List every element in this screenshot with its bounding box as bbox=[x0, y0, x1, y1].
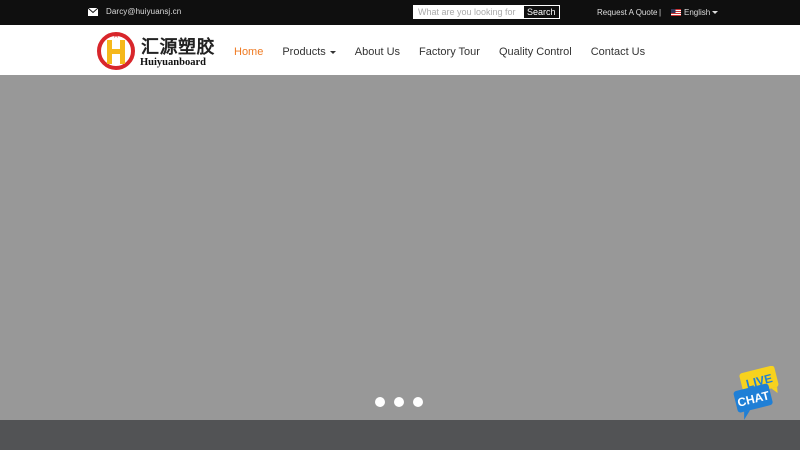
slider-dots bbox=[375, 397, 432, 407]
topbar-divider: | bbox=[659, 8, 662, 17]
nav-about[interactable]: About Us bbox=[355, 46, 400, 58]
language-selector[interactable]: English bbox=[671, 8, 719, 17]
logo[interactable]: 汇源塑胶 Huiyuanboard bbox=[96, 30, 216, 72]
live-chat-icon: LIVE CHAT bbox=[733, 365, 779, 420]
chevron-down-icon bbox=[329, 51, 336, 54]
us-flag-icon bbox=[671, 9, 681, 16]
nav-quality-control[interactable]: Quality Control bbox=[499, 46, 572, 58]
slider-dot-2[interactable] bbox=[394, 397, 404, 407]
nav-factory-tour[interactable]: Factory Tour bbox=[419, 46, 480, 58]
hero-slider bbox=[0, 75, 800, 420]
nav-products-label: Products bbox=[282, 46, 326, 58]
chevron-down-icon bbox=[712, 11, 719, 14]
top-bar: Darcy@huiyuansj.cn Search Request A Quot… bbox=[0, 0, 800, 25]
nav-contact[interactable]: Contact Us bbox=[591, 46, 645, 58]
search-input[interactable] bbox=[413, 5, 523, 19]
request-quote-link[interactable]: Request A Quote bbox=[597, 8, 658, 17]
search-form: Search bbox=[413, 5, 560, 19]
slider-dot-3[interactable] bbox=[413, 397, 423, 407]
email-contact[interactable]: Darcy@huiyuansj.cn bbox=[88, 7, 181, 16]
slider-dot-1[interactable] bbox=[375, 397, 385, 407]
nav-products[interactable]: Products bbox=[282, 46, 336, 58]
site-header: 汇源塑胶 Huiyuanboard Home Products About Us… bbox=[0, 25, 800, 75]
search-button[interactable]: Search bbox=[523, 5, 560, 19]
logo-chinese-text: 汇源塑胶 bbox=[141, 37, 215, 58]
logo-english-text: Huiyuanboard bbox=[140, 57, 206, 68]
email-address[interactable]: Darcy@huiyuansj.cn bbox=[106, 7, 181, 16]
live-chat-button[interactable]: LIVE CHAT bbox=[730, 365, 784, 420]
language-label: English bbox=[684, 8, 711, 17]
mail-icon bbox=[88, 7, 98, 16]
footer-strip bbox=[0, 420, 800, 450]
main-nav: Home Products About Us Factory Tour Qual… bbox=[234, 46, 664, 58]
nav-home[interactable]: Home bbox=[234, 46, 263, 58]
logo-mark-icon bbox=[97, 32, 135, 70]
